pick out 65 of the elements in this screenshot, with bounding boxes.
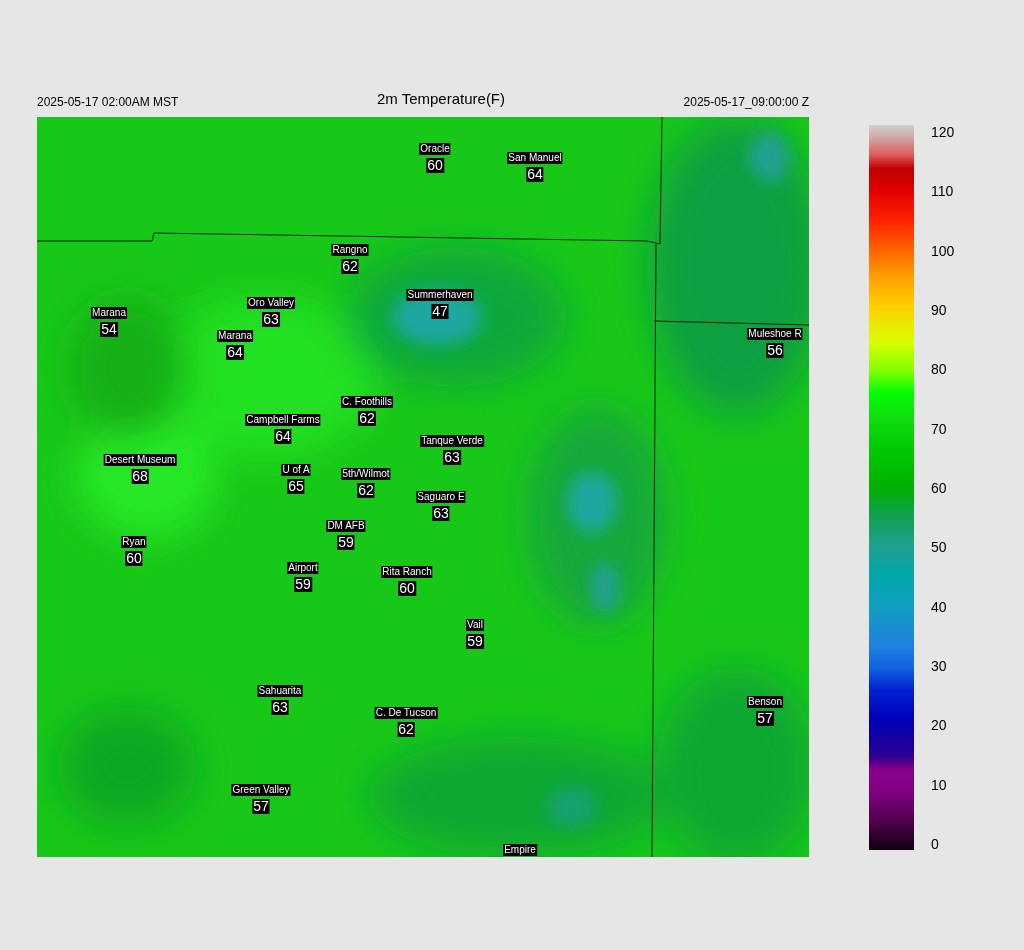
colorbar-tick-label: 90 xyxy=(931,302,947,318)
temperature-value: 64 xyxy=(226,345,244,360)
station-name: C. Foothills xyxy=(341,396,393,408)
temperature-value: 60 xyxy=(125,551,143,566)
temperature-value: 59 xyxy=(466,634,484,649)
temperature-value: 60 xyxy=(426,158,444,173)
station-name: U of A xyxy=(281,464,311,476)
colorbar-tick-label: 0 xyxy=(931,836,939,852)
temperature-value: 60 xyxy=(398,581,416,596)
colorbar-tick-label: 30 xyxy=(931,658,947,674)
station-name: Rita Ranch xyxy=(381,566,433,578)
station-name: Tanque Verde xyxy=(420,435,484,447)
station-name: Marana xyxy=(91,307,127,319)
map-title: 2m Temperature(F) xyxy=(376,89,506,109)
temperature-value: 62 xyxy=(341,259,359,274)
temperature-value: 64 xyxy=(274,429,292,444)
temperature-value: 54 xyxy=(100,322,118,337)
station-name: Vail xyxy=(466,619,484,631)
station-name: Muleshoe R xyxy=(747,328,803,340)
temperature-value: 57 xyxy=(756,711,774,726)
temperature-value: 62 xyxy=(357,483,375,498)
temperature-value: 59 xyxy=(294,577,312,592)
station-name: Saguaro E xyxy=(416,491,466,503)
colorbar-tick-label: 120 xyxy=(931,124,955,140)
station-name: Benson xyxy=(747,696,783,708)
colorbar-tick-label: 80 xyxy=(931,361,947,378)
station-name: Airport xyxy=(287,562,319,574)
temperature-value: 56 xyxy=(766,343,784,358)
temperature-value: 47 xyxy=(431,304,449,319)
colorbar-tick-label: 100 xyxy=(931,242,955,259)
station-name: DM AFB xyxy=(326,520,366,532)
station-name: Ryan xyxy=(121,536,147,548)
valid-time-utc: 2025-05-17_09:00:00 Z xyxy=(683,93,809,111)
station-name: Empire xyxy=(503,844,537,856)
colorbar-tick-label: 20 xyxy=(931,717,947,734)
temperature-value: 57 xyxy=(252,799,270,814)
temperature-value: 68 xyxy=(131,469,149,484)
station-name: Desert Museum xyxy=(103,454,177,466)
station-name: Summerhaven xyxy=(406,289,474,301)
valid-time-local: 2025-05-17 02:00AM MST xyxy=(37,93,179,111)
station-name: C. De Tucson xyxy=(374,707,438,719)
temperature-value: 63 xyxy=(271,700,289,715)
colorbar-tick-label: 70 xyxy=(931,420,947,437)
temperature-value: 59 xyxy=(337,535,355,550)
temperature-value: 62 xyxy=(397,722,415,737)
station-name: San Manuel xyxy=(507,152,563,164)
station-name: Oracle xyxy=(419,143,451,155)
temperature-value: 63 xyxy=(432,506,450,521)
temperature-value: 63 xyxy=(262,312,280,327)
temperature-value: 65 xyxy=(287,479,305,494)
station-name: Oro Valley xyxy=(247,297,295,309)
colorbar-tick-label: 50 xyxy=(931,539,947,556)
colorbar-tick-label: 110 xyxy=(931,183,954,200)
colorbar-tick-label: 60 xyxy=(931,480,947,496)
station-name: 5th/Wilmot xyxy=(341,468,391,480)
temperature-value: 64 xyxy=(526,167,544,182)
temperature-value: 63 xyxy=(443,450,461,465)
temperature-value: 62 xyxy=(358,411,376,426)
station-name: Sahuarita xyxy=(257,685,303,697)
colorbar-tick-label: 10 xyxy=(931,776,947,793)
station-name: Green Valley xyxy=(231,784,291,796)
station-name: Marana xyxy=(217,330,253,342)
station-name: Campbell Farms xyxy=(245,414,321,426)
colorbar-tick-label: 40 xyxy=(931,598,947,615)
station-name: Rangno xyxy=(331,244,369,256)
